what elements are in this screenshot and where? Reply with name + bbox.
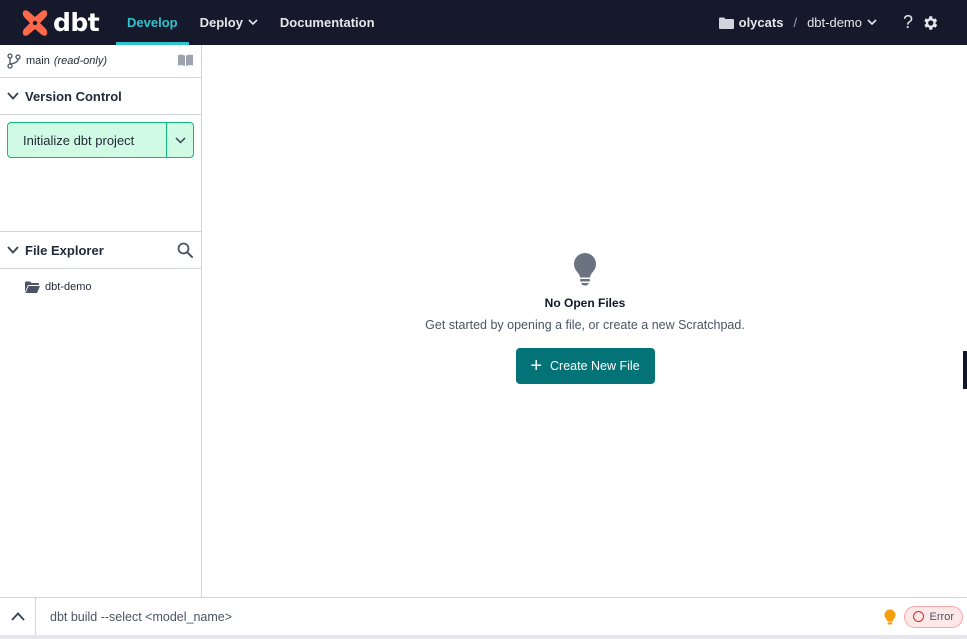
error-circle-icon [912, 611, 924, 622]
initialize-project-dropdown[interactable] [166, 123, 193, 157]
branch-indicator: main (read-only) [0, 45, 201, 78]
scrollbar-marker [963, 351, 967, 389]
empty-state-title: No Open Files [544, 296, 626, 310]
nav-documentation-label: Documentation [279, 15, 375, 30]
error-status-badge[interactable]: Error [903, 605, 963, 628]
initialize-project-label: Initialize dbt project [23, 132, 135, 148]
main-nav: Develop Deploy Documentation [116, 0, 386, 45]
nav-develop-label: Develop [127, 15, 178, 30]
dbt-logo-icon [22, 9, 48, 36]
help-icon[interactable]: ? [903, 12, 913, 33]
file-explorer-title: File Explorer [25, 242, 104, 258]
nav-deploy-label: Deploy [199, 15, 243, 30]
version-control-panel: Initialize dbt project [0, 115, 201, 232]
plus-icon: + [530, 355, 543, 377]
lightbulb-icon [574, 253, 596, 286]
file-tree-item-label: dbt-demo [45, 281, 92, 293]
book-icon[interactable] [178, 54, 193, 66]
folder-open-icon [25, 281, 40, 293]
initialize-project-split-button: Initialize dbt project [7, 122, 194, 158]
nav-deploy[interactable]: Deploy [189, 0, 269, 45]
chevron-down-icon [7, 92, 19, 100]
project-name: dbt-demo [807, 15, 862, 30]
command-bar: dbt build --select <model_name> Error [0, 597, 967, 636]
chevron-down-icon [7, 246, 19, 254]
empty-state-description: Get started by opening a file, or create… [425, 318, 745, 332]
version-control-title: Version Control [25, 88, 122, 104]
project-switcher[interactable]: dbt-demo [807, 15, 877, 30]
chevron-down-icon [867, 19, 877, 26]
brand-name: dbt [53, 8, 100, 37]
git-branch-icon [7, 53, 21, 69]
initialize-project-button[interactable]: Initialize dbt project [8, 123, 166, 157]
window-bottom-edge [0, 635, 967, 639]
branch-status: (read-only) [53, 55, 108, 67]
chevron-down-icon [174, 136, 186, 144]
search-icon[interactable] [177, 242, 193, 258]
account-area: olycats / dbt-demo ? [718, 0, 939, 45]
file-explorer-header[interactable]: File Explorer [0, 232, 201, 269]
file-tree-item[interactable]: dbt-demo [0, 269, 201, 305]
folder-icon [718, 17, 734, 29]
account-name: olycats [738, 15, 784, 30]
gear-icon[interactable] [921, 14, 939, 32]
expand-console-button[interactable] [0, 597, 36, 636]
breadcrumb-separator: / [793, 15, 798, 30]
editor-area: No Open Files Get started by opening a f… [203, 45, 967, 597]
top-navbar: dbt Develop Deploy Documentation olycats… [0, 0, 967, 45]
nav-documentation[interactable]: Documentation [269, 0, 386, 45]
create-new-file-label: Create New File [550, 359, 640, 373]
error-status-label: Error [929, 610, 954, 623]
branch-name: main [26, 55, 50, 67]
account-switcher[interactable]: olycats [718, 15, 784, 30]
version-control-header[interactable]: Version Control [0, 78, 201, 115]
dbt-logo[interactable]: dbt [20, 0, 100, 45]
lightbulb-icon[interactable] [884, 609, 896, 625]
create-new-file-button[interactable]: + Create New File [515, 348, 655, 384]
command-input[interactable]: dbt build --select <model_name> [50, 610, 884, 624]
sidebar: main (read-only) Version Control Initial… [0, 45, 202, 597]
chevron-up-icon [10, 612, 25, 621]
nav-develop[interactable]: Develop [116, 0, 189, 45]
empty-state: No Open Files Get started by opening a f… [203, 252, 967, 384]
chevron-down-icon [248, 19, 258, 26]
